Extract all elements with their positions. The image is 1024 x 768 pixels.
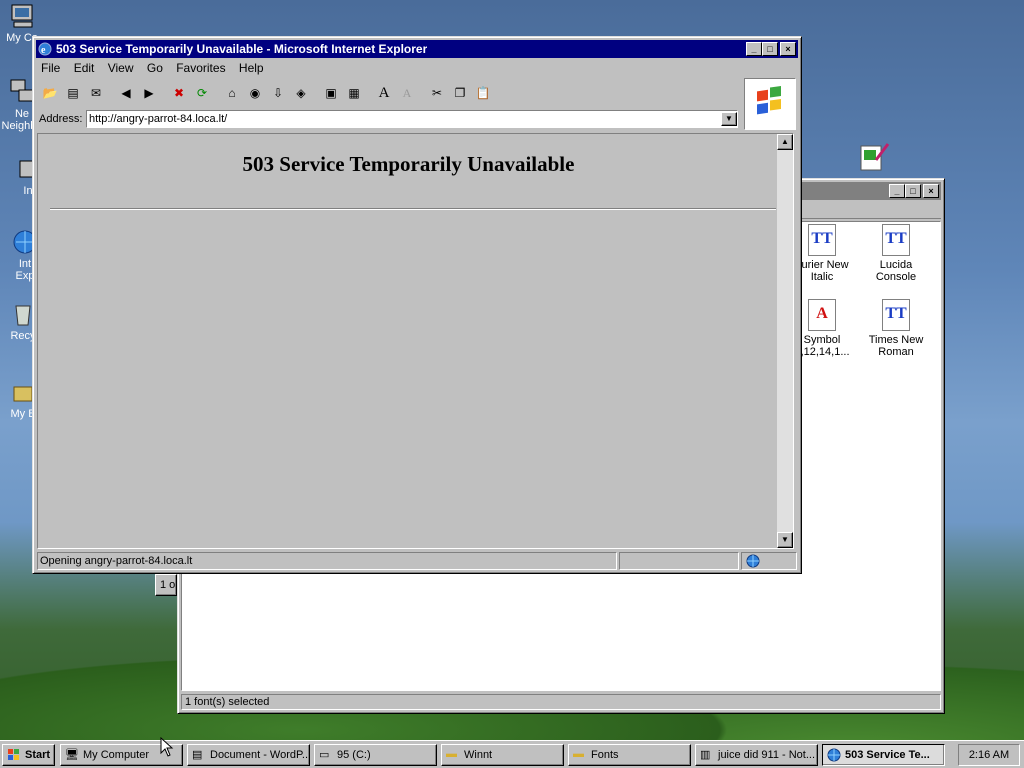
ie-toolbar: 📂 ▤ ✉ ◀ ▶ ✖ ⟳ ⌂ ◉ ⇩ ◈ ▣ ▦ A A ✂ ❐ 📋: [39, 81, 494, 105]
vertical-scrollbar[interactable]: ▲ ▼: [777, 134, 793, 548]
task-label: 95 (C:): [337, 749, 371, 761]
task-wordpad[interactable]: ▤ Document - WordP...: [187, 744, 310, 766]
truetype-font-icon: TT: [882, 224, 910, 256]
fonts-status-bar: 1 font(s) selected: [181, 694, 941, 710]
refresh-icon[interactable]: ⟳: [191, 82, 213, 104]
task-winnt[interactable]: ▬ Winnt: [441, 744, 564, 766]
windows-logo-throbber: [744, 78, 796, 130]
channels-icon[interactable]: ▦: [343, 82, 365, 104]
copy-icon[interactable]: ❐: [449, 82, 471, 104]
address-value: http://angry-parrot-84.loca.lt/: [89, 113, 228, 125]
address-label: Address:: [39, 113, 83, 125]
desktop-shortcut-icon[interactable]: [858, 140, 892, 174]
close-button[interactable]: ×: [923, 184, 939, 198]
start-label: Start: [25, 749, 51, 761]
open-icon[interactable]: 📂: [39, 82, 61, 104]
maximize-button[interactable]: □: [905, 184, 921, 198]
document-icon: ▤: [192, 749, 203, 761]
mail-icon[interactable]: ✉: [85, 82, 107, 104]
task-label: juice did 911 - Not...: [718, 749, 816, 761]
scroll-up-button[interactable]: ▲: [777, 134, 793, 150]
font-icon: A: [808, 299, 836, 331]
menu-help[interactable]: Help: [239, 61, 264, 75]
ie-logo-icon: e: [38, 42, 52, 56]
globe-icon: [827, 748, 841, 762]
task-fonts[interactable]: ▬ Fonts: [568, 744, 691, 766]
drive-icon: ▭: [319, 749, 330, 761]
internet-zone-icon: [746, 554, 760, 568]
task-drive-c[interactable]: ▭ 95 (C:): [314, 744, 437, 766]
stop-icon[interactable]: ✖: [168, 82, 190, 104]
start-button[interactable]: Start: [2, 744, 55, 766]
menu-go[interactable]: Go: [147, 61, 163, 75]
horizontal-rule: [50, 208, 776, 210]
print-icon[interactable]: ▤: [62, 82, 84, 104]
ie-window[interactable]: e 503 Service Temporarily Unavailable - …: [32, 36, 802, 574]
cut-icon[interactable]: ✂: [426, 82, 448, 104]
svg-text:e: e: [41, 45, 46, 56]
font-item-times-new-roman[interactable]: TT Times New Roman: [859, 299, 933, 358]
computer-icon: [8, 2, 36, 30]
font-smaller-icon[interactable]: A: [396, 82, 418, 104]
window-title: 503 Service Temporarily Unavailable - Mi…: [56, 42, 428, 56]
home-icon[interactable]: ⌂: [221, 82, 243, 104]
notepad-icon: ▥: [700, 749, 711, 761]
clock-text: 2:16 AM: [968, 749, 1010, 761]
task-internet-explorer[interactable]: 503 Service Te...: [822, 744, 945, 766]
page-heading: 503 Service Temporarily Unavailable: [242, 152, 575, 176]
status-text: 1 font(s) selected: [185, 696, 270, 708]
ie-status-bar: Opening angry-parrot-84.loca.lt: [37, 552, 797, 570]
truetype-font-icon: TT: [808, 224, 836, 256]
windows-flag-icon: [8, 749, 19, 760]
mouse-cursor-icon: [160, 737, 174, 757]
address-dropdown-button[interactable]: ▼: [721, 112, 737, 126]
system-tray-clock[interactable]: 2:16 AM: [958, 744, 1020, 766]
search-icon[interactable]: ◉: [244, 82, 266, 104]
page-content[interactable]: 503 Service Temporarily Unavailable ▲ ▼: [37, 133, 794, 549]
font-item-lucida-console[interactable]: TT Lucida Console: [859, 224, 933, 283]
minimize-button[interactable]: _: [746, 42, 762, 56]
favorites-icon[interactable]: ◈: [290, 82, 312, 104]
taskbar: Start 🖥 My Computer ▤ Document - WordP..…: [0, 740, 1024, 768]
ie-titlebar[interactable]: e 503 Service Temporarily Unavailable - …: [36, 40, 798, 58]
font-label: Lucida Console: [875, 259, 917, 283]
fragment-text: 1 o: [160, 579, 176, 591]
minimize-button[interactable]: _: [889, 184, 905, 198]
folder-icon: ▬: [446, 748, 457, 760]
history-icon[interactable]: ▣: [320, 82, 342, 104]
forward-icon[interactable]: ▶: [138, 82, 160, 104]
task-notepad[interactable]: ▥ juice did 911 - Not...: [695, 744, 818, 766]
status-zone: [741, 552, 797, 570]
scroll-down-button[interactable]: ▼: [777, 532, 793, 548]
menu-bar: File Edit View Go Favorites Help: [41, 61, 274, 75]
computer-icon: 🖥: [65, 749, 79, 761]
task-label: Document - WordP...: [210, 749, 310, 761]
hidden-window-fragment: 1 o: [155, 574, 177, 596]
windows-flag-icon: [757, 85, 781, 115]
address-input[interactable]: http://angry-parrot-84.loca.lt/ ▼: [86, 110, 738, 128]
checklist-icon: [860, 143, 890, 171]
task-label: My Computer: [83, 749, 150, 761]
task-label: Winnt: [464, 749, 493, 761]
back-icon[interactable]: ◀: [115, 82, 137, 104]
paste-icon[interactable]: 📋: [472, 82, 494, 104]
menu-edit[interactable]: Edit: [74, 61, 95, 75]
maximize-button[interactable]: □: [762, 42, 778, 56]
font-label: Times New Roman: [868, 334, 924, 358]
font-larger-icon[interactable]: A: [373, 82, 395, 104]
task-label: Fonts: [591, 749, 619, 761]
close-button[interactable]: ×: [780, 42, 796, 56]
status-text: Opening angry-parrot-84.loca.lt: [37, 552, 617, 570]
menu-view[interactable]: View: [108, 61, 134, 75]
truetype-font-icon: TT: [882, 299, 910, 331]
task-label: 503 Service Te...: [845, 749, 930, 761]
status-progress: [619, 552, 739, 570]
menu-favorites[interactable]: Favorites: [176, 61, 225, 75]
folder-icon: ▬: [573, 748, 584, 760]
menu-file[interactable]: File: [41, 61, 60, 75]
download-icon[interactable]: ⇩: [267, 82, 289, 104]
